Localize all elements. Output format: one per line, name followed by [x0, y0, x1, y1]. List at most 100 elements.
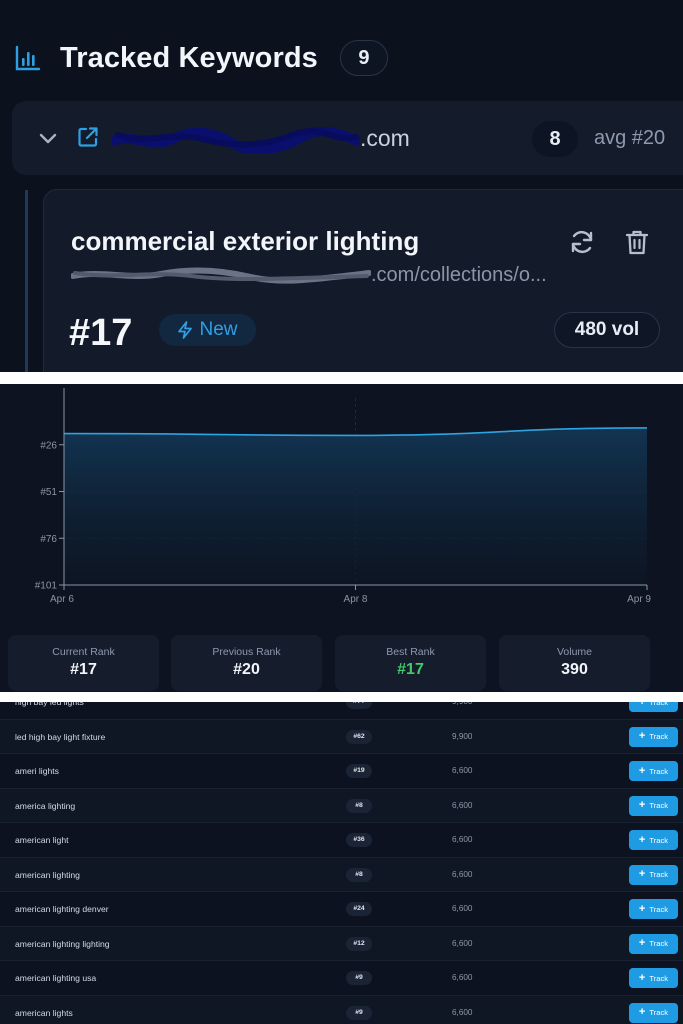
- row-volume: 6,600: [452, 1007, 473, 1017]
- keyword-rank: #17: [69, 312, 133, 354]
- plus-icon: +: [638, 799, 646, 811]
- keyword-title: commercial exterior lighting: [71, 226, 420, 256]
- track-button-label: Track: [649, 702, 669, 707]
- row-keyword: america lighting: [15, 800, 76, 811]
- plus-icon: +: [639, 702, 645, 708]
- tree-connector: [25, 190, 28, 372]
- rank-history-panel: #26 #51 #76 #101 Apr 6 Apr 8 Apr 9 Current Ran…: [0, 384, 683, 692]
- row-position-badge: #8: [346, 867, 372, 882]
- x-tick-label: Apr 8: [344, 594, 368, 605]
- external-link-icon[interactable]: [76, 125, 100, 149]
- track-button[interactable]: +Track: [629, 1002, 678, 1023]
- table-row: american lighting usa #9 6,600 + Track: [0, 961, 683, 996]
- row-keyword: american lighting denver: [15, 904, 109, 914]
- track-button[interactable]: +Track: [629, 899, 678, 919]
- table-row: american light #36 6,600 + Track: [0, 823, 683, 858]
- section-header: Tracked Keywords 9: [14, 38, 388, 78]
- row-position-badge: #24: [346, 902, 372, 916]
- track-button-label: Track: [649, 766, 669, 776]
- keyword-panel: Tracked Keywords 9 .com 8 avg #20 commer…: [0, 0, 683, 372]
- row-volume: 9,900: [452, 702, 473, 719]
- track-button-label: Track: [649, 732, 669, 741]
- x-tick-label: Apr 6: [50, 594, 74, 605]
- y-tick-label: #51: [40, 487, 57, 498]
- track-button[interactable]: + Track: [629, 702, 678, 712]
- redaction-scribble: [112, 127, 360, 153]
- track-button[interactable]: +Track: [629, 864, 678, 885]
- refresh-icon[interactable]: [568, 228, 596, 256]
- row-position-badge: #9: [346, 971, 372, 985]
- rank-area: [64, 427, 647, 585]
- bar-chart-icon: [15, 45, 41, 71]
- track-button-label: Track: [649, 835, 669, 845]
- plus-icon: +: [638, 868, 646, 880]
- row-keyword: ameri lights: [15, 766, 59, 776]
- plus-icon: +: [638, 937, 646, 949]
- new-badge-label: New: [199, 319, 238, 340]
- track-button-label: Track: [649, 801, 669, 810]
- row-volume: 6,600: [452, 869, 473, 879]
- table-row: american lighting lighting #12 6,600 + Track: [0, 926, 683, 961]
- track-button[interactable]: +Track: [629, 830, 678, 850]
- y-tick-label: #26: [40, 440, 57, 451]
- row-keyword: american lighting lighting: [15, 938, 110, 949]
- domain-avg-rank: avg #20: [594, 127, 666, 149]
- plus-icon: +: [638, 1006, 646, 1018]
- table-row: ameri lights #19 6,600 + Track: [0, 754, 683, 789]
- track-button[interactable]: +Track: [629, 968, 678, 988]
- trash-icon[interactable]: [624, 228, 650, 256]
- row-position-badge: #36: [346, 833, 372, 847]
- row-position-badge: #12: [346, 936, 372, 951]
- row-keyword: led high bay light fixture: [15, 731, 106, 742]
- track-button[interactable]: +Track: [629, 933, 678, 954]
- new-status-badge: New: [159, 314, 256, 346]
- plus-icon: +: [638, 971, 646, 984]
- track-button[interactable]: +Track: [629, 761, 678, 781]
- table-row: high bay led lights #?? 9,900 + Track: [0, 702, 683, 720]
- plus-icon: +: [638, 730, 646, 742]
- keyword-count-badge: 9: [339, 40, 388, 76]
- keyword-suggestions-table: high bay led lights#??9,900+Trackled hig…: [0, 702, 683, 1024]
- track-button-label: Track: [649, 973, 669, 983]
- stat-volume: Volume 390: [499, 635, 650, 691]
- table-row: american lights #9 6,600 + Track: [0, 995, 683, 1024]
- row-keyword: american lights: [15, 1007, 73, 1018]
- x-tick-label: Apr 9: [627, 594, 651, 605]
- row-position-badge: #??: [346, 702, 372, 709]
- y-tick-label: #76: [40, 534, 57, 545]
- row-volume: 6,600: [452, 938, 473, 948]
- row-position-badge: #8: [346, 798, 372, 813]
- chevron-down-icon[interactable]: [38, 128, 58, 148]
- table-row: led high bay light fixture #62 9,900 + Track: [0, 719, 683, 754]
- rank-history-chart: #26 #51 #76 #101 Apr 6 Apr 8 Apr 9: [35, 388, 651, 605]
- panel-divider: [0, 692, 683, 702]
- volume-badge: 480 vol: [554, 312, 660, 348]
- stat-previous-rank: Previous Rank #20: [171, 635, 322, 691]
- table-row: american lighting #8 6,600 + Track: [0, 857, 683, 892]
- plus-icon: +: [638, 902, 646, 915]
- y-tick-label: #101: [35, 581, 58, 592]
- keyword-card[interactable]: commercial exterior lighting .com/collec…: [43, 189, 683, 372]
- track-button-label: Track: [649, 939, 669, 948]
- track-button-label: Track: [649, 904, 669, 914]
- track-button-label: Track: [649, 1008, 669, 1017]
- row-keyword: american lighting usa: [15, 973, 97, 983]
- row-volume: 6,600: [452, 835, 473, 844]
- domain-group-row[interactable]: .com 8 avg #20: [12, 101, 683, 175]
- table-row: american lighting denver #24 6,600 + Track: [0, 892, 683, 927]
- lightning-icon: [178, 321, 193, 339]
- row-volume: 6,600: [452, 973, 473, 982]
- row-keyword: high bay led lights: [15, 702, 84, 707]
- domain-keyword-count: 8: [532, 121, 578, 157]
- row-volume: 9,900: [452, 731, 473, 741]
- row-keyword: american light: [15, 835, 69, 845]
- panel-divider: [0, 372, 683, 384]
- track-button[interactable]: +Track: [629, 795, 678, 816]
- row-position-badge: #9: [346, 1005, 372, 1020]
- row-keyword: american lighting: [15, 869, 80, 880]
- table-row: america lighting #8 6,600 + Track: [0, 788, 683, 823]
- row-volume: 6,600: [452, 800, 473, 810]
- stat-best-rank: Best Rank #17: [335, 635, 486, 691]
- stat-current-rank: Current Rank #17: [8, 635, 159, 691]
- track-button[interactable]: +Track: [629, 726, 678, 747]
